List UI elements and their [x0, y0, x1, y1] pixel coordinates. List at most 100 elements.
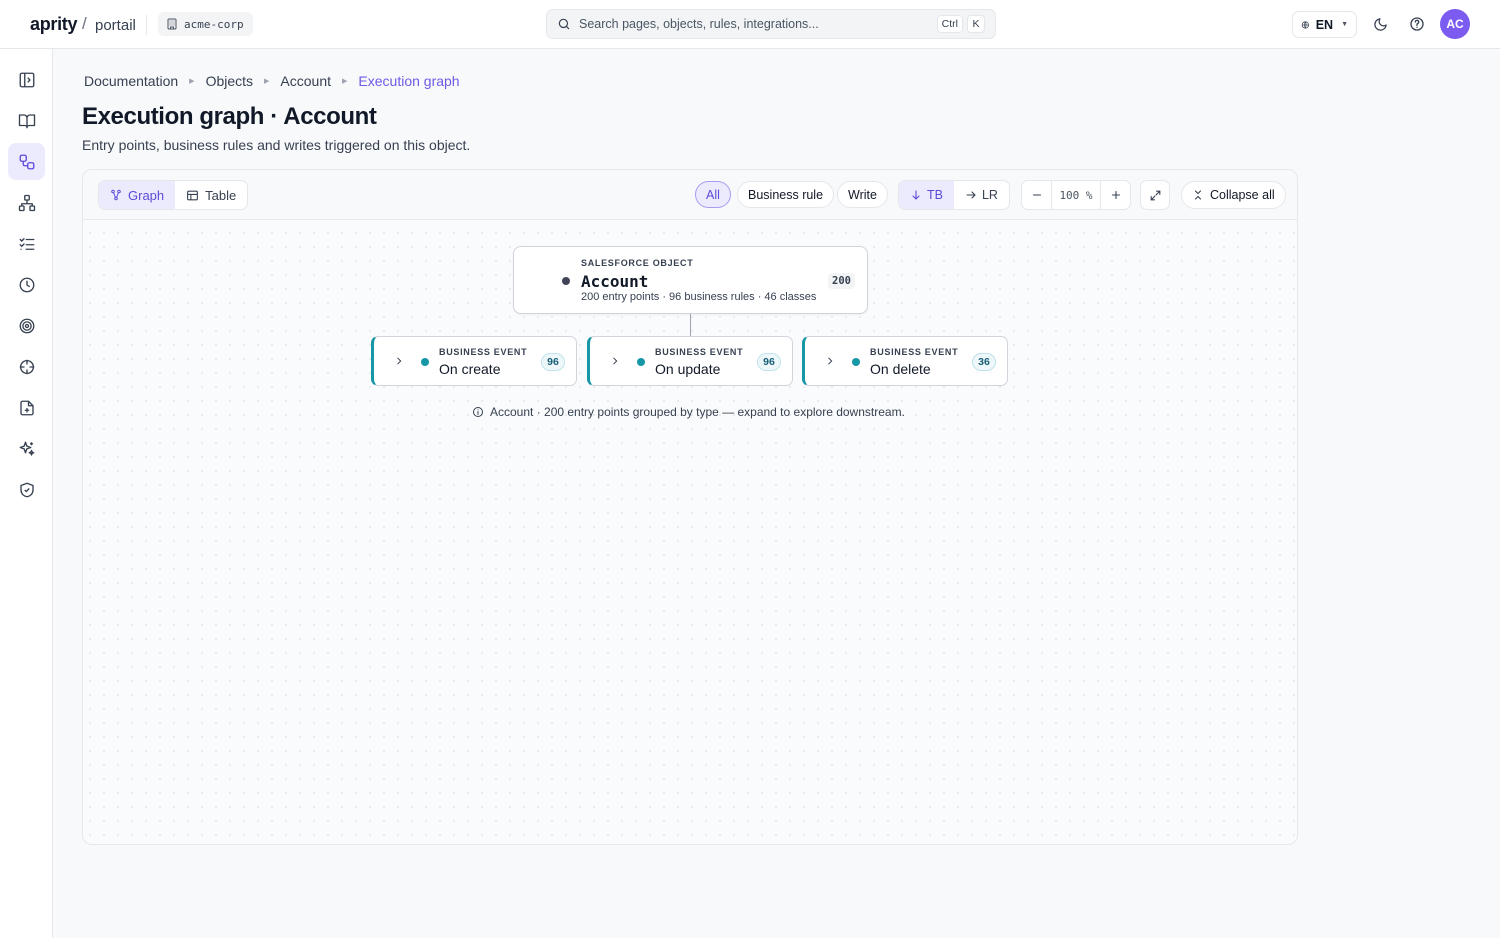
- direction-lr-button[interactable]: LR: [954, 181, 1009, 209]
- expand-chevron-icon[interactable]: [823, 354, 837, 368]
- direction-tb-button[interactable]: TB: [899, 181, 954, 209]
- global-search[interactable]: Ctrl K: [546, 9, 996, 39]
- graph-hint: Account · 200 entry points grouped by ty…: [472, 405, 905, 419]
- moon-icon: [1373, 17, 1387, 31]
- search-input[interactable]: [579, 17, 933, 31]
- filter-business-rule[interactable]: Business rule: [737, 181, 835, 208]
- page-subtitle: Entry points, business rules and writes …: [82, 137, 471, 153]
- arrow-down-icon: [912, 190, 920, 200]
- sidebar-item-security[interactable]: [8, 471, 45, 508]
- graph-toolbar: Graph Table All Business rule Write TB L…: [83, 170, 1297, 220]
- sidebar-item-target[interactable]: [8, 307, 45, 344]
- search-icon: [558, 18, 570, 30]
- sidebar-item-history[interactable]: [8, 266, 45, 303]
- zoom-level[interactable]: 100 %: [1051, 181, 1101, 209]
- node-title: On update: [655, 361, 721, 377]
- node-kicker: BUSINESS EVENT: [439, 347, 528, 357]
- sidebar-item-ai[interactable]: [8, 430, 45, 467]
- hierarchy-icon: [18, 194, 35, 211]
- shortcut-key-k: K: [967, 15, 985, 33]
- breadcrumb: Documentation ▶ Objects ▶ Account ▶ Exec…: [84, 73, 460, 89]
- sidebar-item-crosshair[interactable]: [8, 348, 45, 385]
- graph-hint-text: Account · 200 entry points grouped by ty…: [490, 405, 905, 419]
- node-title: Account: [581, 272, 649, 291]
- node-title: On delete: [870, 361, 931, 377]
- collapse-icon: [1194, 190, 1202, 200]
- expand-icon: [1150, 190, 1160, 200]
- minus-icon: [1032, 194, 1041, 196]
- collapse-all-button[interactable]: Collapse all: [1181, 181, 1286, 209]
- view-table-label: Table: [205, 187, 237, 203]
- user-avatar[interactable]: AC: [1440, 9, 1470, 39]
- expand-chevron-icon[interactable]: [392, 354, 406, 368]
- language-label: EN: [1315, 17, 1334, 32]
- node-status-dot: [637, 358, 645, 366]
- sidebar-toggle-icon: [19, 72, 34, 87]
- zoom-out-button[interactable]: [1022, 181, 1051, 209]
- graph-node-on-create[interactable]: BUSINESS EVENT On create 96: [371, 336, 577, 386]
- shield-check-icon: [19, 482, 34, 497]
- sidebar-toggle[interactable]: [8, 61, 45, 98]
- zoom-control: 100 %: [1021, 180, 1131, 210]
- arrow-right-icon: [966, 191, 976, 199]
- shortcut-key-ctrl: Ctrl: [936, 15, 963, 33]
- fit-view-button[interactable]: [1140, 180, 1170, 210]
- view-toggle: Graph Table: [98, 180, 249, 210]
- breadcrumb-account[interactable]: Account: [280, 73, 331, 89]
- brand-separator: /: [82, 14, 87, 33]
- node-count-badge: 96: [757, 353, 781, 371]
- language-selector[interactable]: EN ▼: [1292, 11, 1357, 38]
- breadcrumb-current: Execution graph: [358, 73, 460, 89]
- checklist-icon: [19, 237, 34, 250]
- graph-edge: [690, 314, 691, 336]
- sidebar-item-checklist[interactable]: [8, 225, 45, 262]
- brand-subtitle[interactable]: portail: [95, 17, 136, 34]
- sidebar-item-documentation[interactable]: [8, 102, 45, 139]
- help-button[interactable]: [1407, 14, 1427, 34]
- graph-node-root[interactable]: SALESFORCE OBJECT Account 200 entry poin…: [513, 246, 868, 314]
- graph-node-on-update[interactable]: BUSINESS EVENT On update 96: [587, 336, 793, 386]
- breadcrumb-documentation[interactable]: Documentation: [84, 73, 178, 89]
- caret-down-icon: ▼: [1341, 21, 1348, 28]
- building-icon: [167, 18, 177, 30]
- view-graph-label: Graph: [128, 187, 165, 203]
- org-name: acme-corp: [184, 17, 244, 31]
- view-graph-button[interactable]: Graph: [99, 181, 176, 209]
- graph-node-on-delete[interactable]: BUSINESS EVENT On delete 36: [802, 336, 1008, 386]
- help-circle-icon: [1410, 17, 1424, 31]
- direction-lr-label: LR: [981, 188, 998, 202]
- node-count-badge: 200: [828, 273, 855, 289]
- breadcrumb-separator-icon: ▶: [342, 78, 348, 85]
- sidebar-item-hierarchy[interactable]: [8, 184, 45, 221]
- sidebar-nav: [0, 49, 53, 938]
- theme-toggle[interactable]: [1370, 14, 1390, 34]
- direction-tb-label: TB: [927, 188, 943, 202]
- clock-icon: [19, 277, 34, 292]
- breadcrumb-separator-icon: ▶: [189, 78, 195, 85]
- sparkles-icon: [19, 441, 34, 456]
- node-status-dot: [421, 358, 429, 366]
- sidebar-item-new-file[interactable]: [8, 389, 45, 426]
- node-kicker: BUSINESS EVENT: [655, 347, 744, 357]
- sidebar-item-execution-graph[interactable]: [8, 143, 45, 180]
- filter-all[interactable]: All: [695, 181, 731, 208]
- breadcrumb-separator-icon: ▶: [264, 78, 270, 85]
- breadcrumb-objects[interactable]: Objects: [206, 73, 253, 89]
- info-icon: [473, 407, 483, 417]
- node-kicker: SALESFORCE OBJECT: [581, 258, 694, 268]
- file-plus-icon: [19, 400, 34, 415]
- book-icon: [18, 113, 35, 128]
- node-count-badge: 96: [541, 353, 565, 371]
- graph-icon: [111, 189, 121, 201]
- topbar-divider: [146, 15, 147, 35]
- filter-write[interactable]: Write: [837, 181, 888, 208]
- org-switcher[interactable]: acme-corp: [158, 12, 253, 36]
- node-count-badge: 36: [972, 353, 996, 371]
- view-table-button[interactable]: Table: [175, 181, 247, 209]
- page-title: Execution graph · Account: [82, 103, 377, 130]
- crosshair-icon: [19, 359, 34, 374]
- direction-toggle: TB LR: [898, 180, 1010, 210]
- zoom-in-button[interactable]: [1101, 181, 1130, 209]
- brand-logo[interactable]: aprity: [30, 14, 78, 35]
- expand-chevron-icon[interactable]: [608, 354, 622, 368]
